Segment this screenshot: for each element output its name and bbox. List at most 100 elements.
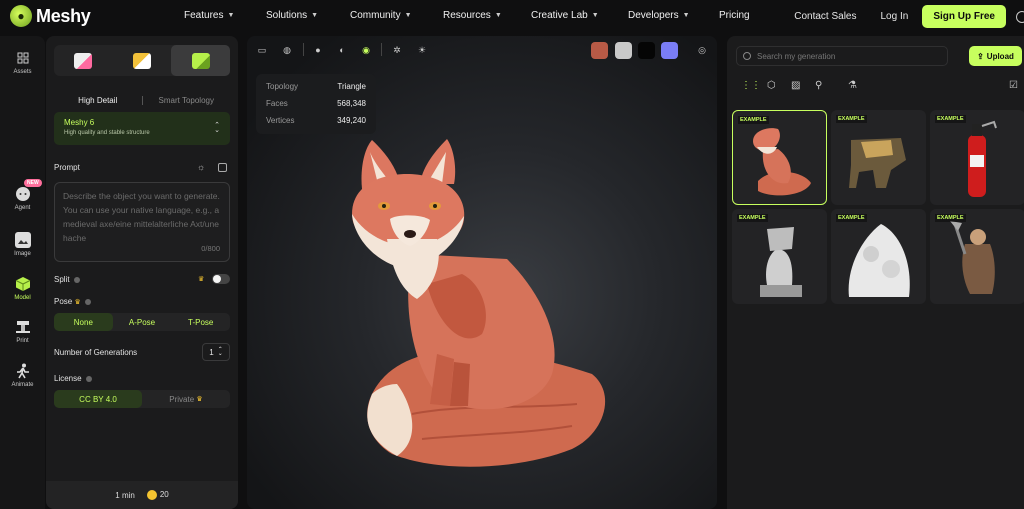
nav-creative-lab[interactable]: Creative Lab ▼: [531, 10, 628, 21]
lightbulb-icon[interactable]: ☼: [197, 162, 205, 172]
pose-a-pose[interactable]: A-Pose: [113, 313, 172, 331]
document-icon[interactable]: [218, 163, 227, 172]
robot-thumbnail: [849, 138, 906, 188]
sun-icon[interactable]: ☀: [416, 44, 428, 56]
nav-features[interactable]: Features ▼: [184, 10, 266, 21]
info-icon: [85, 375, 92, 382]
example-badge: EXAMPLE: [836, 214, 867, 222]
rail-label: Print: [16, 338, 29, 344]
rail-model[interactable]: Model: [0, 276, 45, 301]
license-label: License: [54, 374, 92, 383]
gallery-card[interactable]: EXAMPLE: [732, 209, 827, 304]
running-icon: [15, 363, 31, 379]
monitor-icon[interactable]: ▭: [256, 44, 268, 56]
texture-swatch-grey[interactable]: [615, 42, 632, 59]
animate-filter-icon[interactable]: ⚲: [815, 80, 822, 91]
gallery-card[interactable]: EXAMPLE: [831, 110, 926, 205]
fox-thumbnail: [753, 128, 811, 196]
chevron-down-icon: ▼: [591, 12, 599, 19]
crown-icon: ♛: [74, 299, 81, 306]
nav-solutions[interactable]: Solutions ▼: [266, 10, 350, 21]
updown-icon: ⌃ ⌄: [214, 122, 220, 134]
split-label: Split: [54, 275, 80, 284]
main-nav: Features ▼ Solutions ▼ Community ▼ Resource…: [184, 10, 750, 21]
mode-image-to-3d[interactable]: [113, 45, 172, 76]
rail-animate[interactable]: Animate: [0, 363, 45, 388]
license-private[interactable]: Private ♛: [142, 390, 230, 408]
prompt-input[interactable]: Describe the object you want to generate…: [54, 182, 230, 262]
signup-button[interactable]: Sign Up Free: [922, 5, 1006, 28]
globe-icon[interactable]: [1016, 10, 1024, 23]
detail-tabs: High Detail Smart Topology: [54, 90, 230, 110]
contact-sales-link[interactable]: Contact Sales: [794, 11, 856, 22]
rail-agent[interactable]: NEW Agent: [0, 179, 45, 211]
updown-icon: ⌃ ⌄: [217, 347, 223, 357]
chevron-down-icon: ▼: [682, 12, 690, 19]
nav-right: Contact Sales Log In Sign Up Free: [794, 5, 1024, 28]
mesh-stats: Topology Triangle Faces 568,348 Vertices 34…: [256, 74, 376, 134]
example-badge: EXAMPLE: [935, 214, 966, 222]
stat-value: 349,240: [337, 116, 366, 125]
gallery-card[interactable]: EXAMPLE: [831, 209, 926, 304]
focus-target-icon[interactable]: ◎: [696, 44, 708, 56]
example-badge: EXAMPLE: [738, 116, 769, 124]
fire-extinguisher-thumbnail: [968, 120, 997, 197]
wireframe-sphere-icon[interactable]: ◍: [281, 44, 293, 56]
crown-icon: ♛: [198, 276, 205, 283]
login-link[interactable]: Log In: [881, 11, 909, 22]
rail-print[interactable]: Print: [0, 319, 45, 344]
gallery-card[interactable]: EXAMPLE: [732, 110, 827, 205]
stat-value: 568,348: [337, 99, 366, 108]
model-desc: High quality and stable structure: [64, 130, 150, 136]
texture-swatch-black[interactable]: [638, 42, 655, 59]
fox-model-render: [352, 139, 606, 467]
upload-icon: ⇪: [977, 51, 984, 61]
solid-sphere-icon[interactable]: ●: [312, 44, 324, 56]
generation-gallery: Search my generation ⇪ Upload ⋮⋮ ⬡ ▨ ⚲ ⚗ …: [727, 36, 1024, 509]
texture-filter-icon[interactable]: ▨: [791, 80, 800, 91]
select-checkbox-icon[interactable]: ☑: [1009, 80, 1018, 91]
gallery-card[interactable]: EXAMPLE: [930, 209, 1024, 304]
gallery-card[interactable]: EXAMPLE: [930, 110, 1024, 205]
search-placeholder: Search my generation: [757, 51, 836, 61]
matcap-icon[interactable]: ◐: [336, 44, 348, 56]
pose-none[interactable]: None: [54, 313, 113, 331]
generations-stepper[interactable]: 1 ⌃ ⌄: [202, 343, 230, 361]
textured-icon[interactable]: ◉: [360, 44, 372, 56]
license-selector: CC BY 4.0 Private ♛: [54, 390, 230, 408]
grid-icon: [15, 50, 31, 66]
pose-t-pose[interactable]: T-Pose: [171, 313, 230, 331]
split-toggle[interactable]: [212, 274, 230, 284]
nav-resources[interactable]: Resources ▼: [443, 10, 531, 21]
search-input[interactable]: Search my generation: [736, 46, 948, 66]
mode-multi-image[interactable]: [171, 45, 231, 76]
texture-swatch-fox[interactable]: [591, 42, 608, 59]
mode-text-to-3d[interactable]: [54, 45, 113, 76]
tab-high-detail[interactable]: High Detail: [54, 96, 142, 105]
cube-filter-icon[interactable]: ⬡: [767, 80, 776, 91]
funnel-icon[interactable]: ⚗: [848, 80, 857, 91]
sculpture-thumbnail: [848, 224, 910, 297]
upload-button[interactable]: ⇪ Upload: [969, 46, 1022, 66]
rail-label: Agent: [14, 205, 31, 211]
nav-developers[interactable]: Developers ▼: [628, 10, 719, 21]
chat-icon: [15, 186, 31, 202]
text-to-3d-icon: [74, 52, 93, 69]
model-select[interactable]: Meshy 6 High quality and stable structur…: [54, 112, 230, 145]
3d-viewport[interactable]: ▭ ◍ ● ◐ ◉ ✲ ☀ ◎ Topology Triangle Faces 56…: [247, 36, 717, 509]
tab-smart-topology[interactable]: Smart Topology: [143, 96, 231, 105]
prompt-label: Prompt: [54, 163, 80, 172]
nav-pricing[interactable]: Pricing: [719, 10, 750, 21]
license-cc-by[interactable]: CC BY 4.0: [54, 390, 142, 408]
rail-image[interactable]: Image: [0, 232, 45, 257]
texture-swatch-purple[interactable]: [661, 42, 678, 59]
credits-cost: 20: [146, 490, 169, 500]
grid-view-icon[interactable]: ⋮⋮: [741, 80, 761, 91]
example-badge: EXAMPLE: [836, 115, 867, 123]
search-icon: [743, 52, 751, 60]
meshy-logo[interactable]: ● Meshy: [10, 5, 91, 27]
toggle-knob: [213, 275, 221, 283]
nav-community[interactable]: Community ▼: [350, 10, 443, 21]
rail-assets[interactable]: Assets: [0, 50, 45, 75]
light-icon[interactable]: ✲: [391, 44, 403, 56]
